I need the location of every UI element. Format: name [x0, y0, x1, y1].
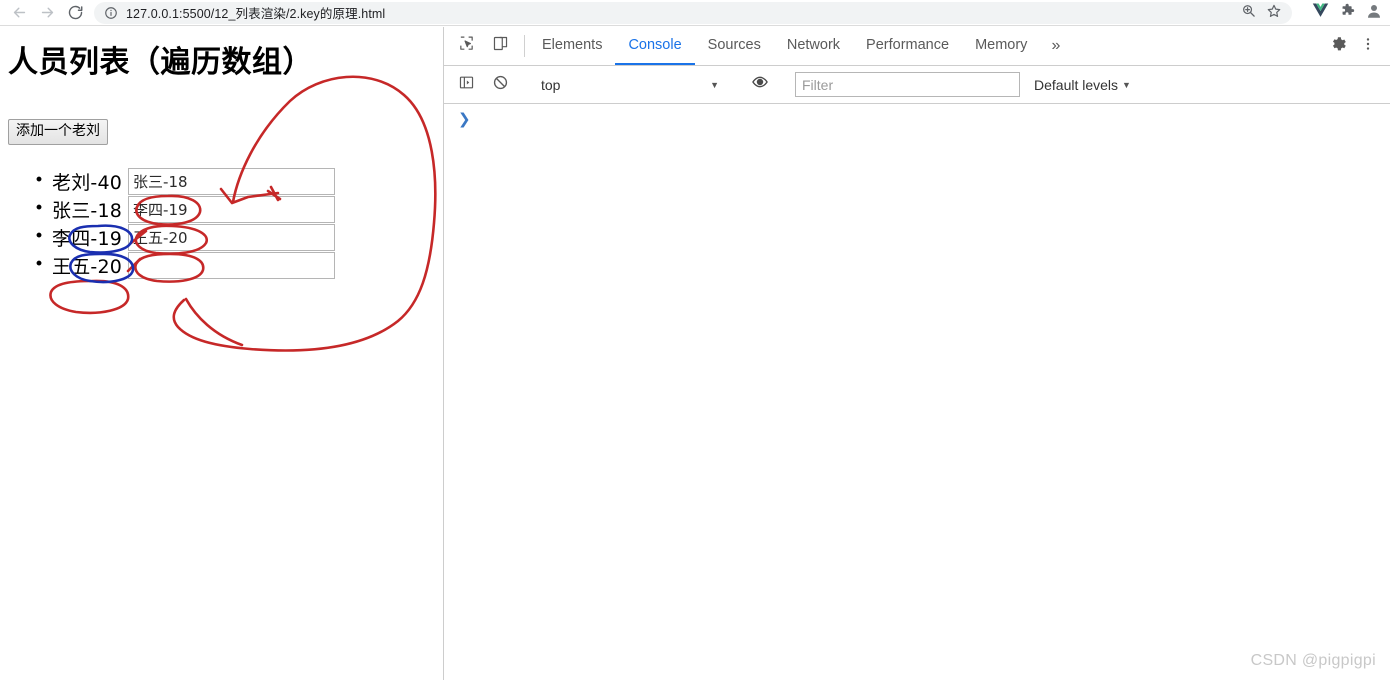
star-icon: [1266, 3, 1282, 24]
info-circle-icon[interactable]: [104, 6, 118, 20]
console-levels-selector[interactable]: Default levels ▼: [1026, 73, 1139, 97]
list-item: 张三-18: [52, 195, 336, 223]
tab-network[interactable]: Network: [774, 27, 853, 65]
more-tabs-button[interactable]: »: [1040, 27, 1071, 65]
bookmark-button[interactable]: [1262, 1, 1286, 25]
tab-sources[interactable]: Sources: [695, 27, 774, 65]
browser-toolbar: 127.0.0.1:5500/12_列表渲染/2.key的原理.html: [0, 0, 1390, 26]
gear-icon: [1329, 35, 1347, 58]
vue-logo-icon: [1311, 2, 1330, 24]
red-tail-stroke: [184, 297, 244, 347]
address-bar[interactable]: 127.0.0.1:5500/12_列表渲染/2.key的原理.html: [94, 1, 1249, 24]
person-label: 李四-19: [52, 227, 123, 250]
page-title: 人员列表（遍历数组）: [8, 45, 313, 80]
console-toolbar: top ▼ Default levels ▼: [444, 66, 1390, 104]
navigation-buttons: [0, 1, 88, 25]
profile-button[interactable]: [1362, 1, 1386, 25]
devtools-tabbar: Elements Console Sources Network Perform…: [444, 27, 1390, 66]
zoom-button[interactable]: [1236, 1, 1260, 25]
tab-performance[interactable]: Performance: [853, 27, 962, 65]
console-prompt-row[interactable]: ❯: [444, 104, 1390, 130]
devtools-tool-icons: [444, 27, 520, 65]
eye-icon: [751, 73, 769, 96]
page-content: 人员列表（遍历数组） 添加一个老刘 老刘-40 张三-18 李四-19 王五-2…: [0, 27, 443, 680]
console-filter-input[interactable]: [795, 72, 1020, 97]
settings-button[interactable]: [1324, 32, 1352, 60]
list-item: 王五-20: [52, 251, 336, 279]
inspect-element-button[interactable]: [452, 32, 480, 60]
omnibox-actions: [1230, 2, 1292, 24]
console-prompt-chevron-icon: ❯: [458, 111, 471, 128]
arrow-right-icon: [39, 4, 56, 21]
add-person-button[interactable]: 添加一个老刘: [8, 119, 108, 146]
browser-window: 127.0.0.1:5500/12_列表渲染/2.key的原理.html 人员列…: [0, 0, 1390, 680]
console-input-line[interactable]: [471, 112, 1390, 130]
inspect-element-icon: [458, 35, 475, 57]
red-ellipse-item-4: [49, 279, 130, 315]
address-bar-url: 127.0.0.1:5500/12_列表渲染/2.key的原理.html: [126, 7, 386, 21]
device-toolbar-button[interactable]: [486, 32, 514, 60]
browser-extension-area: [1308, 1, 1386, 25]
person-input[interactable]: [128, 195, 336, 223]
forward-button[interactable]: [34, 1, 60, 25]
live-expression-button[interactable]: [746, 71, 774, 99]
puzzle-piece-icon: [1339, 2, 1356, 24]
vue-devtools-button[interactable]: [1308, 1, 1332, 25]
devtools-panel: Elements Console Sources Network Perform…: [443, 27, 1390, 680]
devtools-tabs: Elements Console Sources Network Perform…: [529, 27, 1071, 65]
tab-elements[interactable]: Elements: [529, 27, 615, 65]
person-label: 王五-20: [52, 255, 123, 278]
clear-console-icon: [492, 74, 509, 96]
chevron-down-icon: ▼: [1122, 79, 1131, 90]
person-label: 老刘-40: [52, 171, 123, 194]
console-levels-label: Default levels: [1034, 76, 1119, 93]
list-item: 李四-19: [52, 223, 336, 251]
person-list: 老刘-40 张三-18 李四-19 王五-20: [0, 167, 336, 279]
three-dots-vertical-icon: [1360, 36, 1376, 57]
reload-button[interactable]: [62, 1, 88, 25]
arrow-left-icon: [11, 4, 28, 21]
devtools-tabbar-actions: [1313, 27, 1390, 65]
person-input[interactable]: [128, 223, 336, 251]
person-input[interactable]: [128, 251, 336, 279]
zoom-magnifier-icon: [1241, 3, 1256, 23]
devtools-menu-button[interactable]: [1354, 32, 1382, 60]
device-toolbar-icon: [492, 35, 509, 57]
back-button[interactable]: [6, 1, 32, 25]
person-label: 张三-18: [52, 199, 123, 222]
person-input[interactable]: [128, 167, 336, 195]
profile-avatar-icon: [1365, 2, 1383, 25]
extensions-button[interactable]: [1335, 1, 1359, 25]
console-sidebar-icon: [458, 74, 475, 96]
watermark: CSDN @pigpigpi: [1250, 652, 1376, 669]
console-context-value: top: [541, 76, 561, 93]
reload-icon: [67, 4, 84, 21]
tab-memory[interactable]: Memory: [962, 27, 1040, 65]
toolbar-divider: [524, 35, 525, 57]
chevron-down-icon: ▼: [710, 79, 719, 90]
clear-console-button[interactable]: [486, 71, 514, 99]
console-sidebar-toggle-button[interactable]: [452, 71, 480, 99]
list-item: 老刘-40: [52, 167, 336, 195]
console-output-area[interactable]: ❯ CSDN @pigpigpi: [444, 104, 1390, 680]
tab-console[interactable]: Console: [615, 27, 695, 65]
console-context-selector[interactable]: top ▼: [535, 73, 725, 97]
